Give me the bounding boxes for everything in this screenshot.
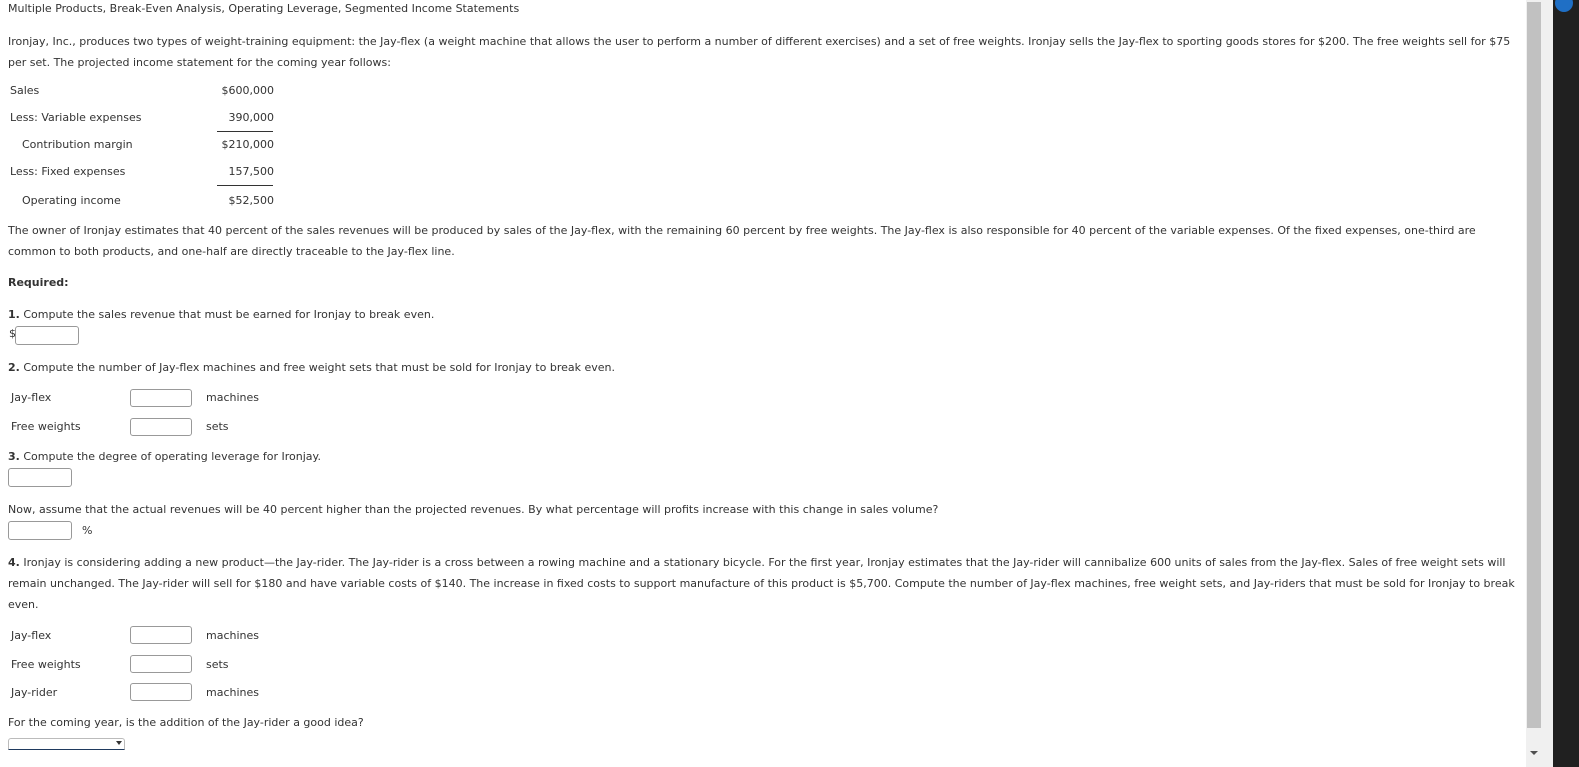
profit-increase-input[interactable] [8, 521, 72, 540]
income-value: $52,500 [228, 194, 275, 207]
owner-paragraph: The owner of Ironjay estimates that 40 p… [8, 224, 1476, 258]
question-number: 2. [8, 361, 20, 374]
income-label: Contribution margin [22, 138, 133, 151]
income-row-contribution-margin: Contribution margin $210,000 [10, 131, 274, 158]
q4-free-weights-input[interactable] [130, 655, 192, 673]
question-text: Ironjay is considering adding a new prod… [8, 556, 1515, 611]
income-value: 157,500 [228, 165, 275, 178]
scrollbar-thumb[interactable] [1527, 2, 1541, 728]
percent-unit: % [82, 524, 93, 537]
window-edge [1542, 0, 1553, 767]
problem-page: Multiple Products, Break-Even Analysis, … [0, 0, 1525, 767]
q2-jay-flex-input[interactable] [130, 389, 192, 407]
q4-jay-flex-input[interactable] [130, 626, 192, 644]
income-value: $210,000 [221, 138, 275, 151]
question-3: 3. Compute the degree of operating lever… [8, 450, 321, 463]
income-label: Sales [10, 84, 40, 97]
subtotal-rule [217, 185, 273, 186]
q2-free-weights-label: Free weights [11, 420, 81, 433]
income-label: Operating income [22, 194, 121, 207]
question-text: Compute the sales revenue that must be e… [19, 308, 435, 321]
profit-increase-question: Now, assume that the actual revenues wil… [8, 503, 939, 516]
q4-free-weights-label: Free weights [11, 658, 81, 671]
income-row-operating-income: Operating income $52,500 [10, 187, 274, 214]
q4-free-weights-unit: sets [206, 658, 229, 671]
income-row-fixed-expenses: Less: Fixed expenses 157,500 [10, 158, 274, 185]
q2-free-weights-unit: sets [206, 420, 229, 433]
question-2: 2. Compute the number of Jay-flex machin… [8, 361, 615, 374]
income-label: Less: Variable expenses [10, 111, 142, 124]
income-value: $600,000 [221, 84, 275, 97]
q2-jay-flex-unit: machines [206, 391, 260, 404]
page-title: Multiple Products, Break-Even Analysis, … [8, 2, 520, 15]
chevron-down-icon [116, 741, 122, 745]
q4-jay-flex-unit: machines [206, 629, 260, 642]
break-even-sales-input[interactable] [15, 326, 79, 345]
question-text: Compute the number of Jay-flex machines … [19, 361, 615, 374]
q2-free-weights-input[interactable] [130, 418, 192, 436]
good-idea-question: For the coming year, is the addition of … [8, 716, 364, 729]
income-label: Less: Fixed expenses [10, 165, 126, 178]
q4-jay-rider-input[interactable] [130, 683, 192, 701]
q4-jay-rider-unit: machines [206, 686, 260, 699]
income-row-sales: Sales $600,000 [10, 77, 274, 104]
question-number: 3. [8, 450, 20, 463]
question-1: 1. Compute the sales revenue that must b… [8, 308, 434, 321]
required-heading: Required: [8, 276, 69, 289]
question-number: 1. [8, 308, 20, 321]
scroll-down-arrow-icon[interactable] [1530, 751, 1538, 755]
operating-leverage-input[interactable] [8, 468, 72, 487]
q4-jay-rider-label: Jay-rider [11, 686, 58, 699]
q2-jay-flex-label: Jay-flex [11, 391, 52, 404]
question-text: Compute the degree of operating leverage… [19, 450, 321, 463]
question-4: 4. Ironjay is considering adding a new p… [8, 552, 1523, 615]
good-idea-select[interactable] [8, 738, 125, 750]
income-row-variable-expenses: Less: Variable expenses 390,000 [10, 104, 274, 131]
side-panel [1553, 0, 1579, 767]
question-number: 4. [8, 556, 20, 569]
q4-jay-flex-label: Jay-flex [11, 629, 52, 642]
income-value: 390,000 [228, 111, 275, 124]
intro-paragraph: Ironjay, Inc., produces two types of wei… [8, 35, 1511, 69]
